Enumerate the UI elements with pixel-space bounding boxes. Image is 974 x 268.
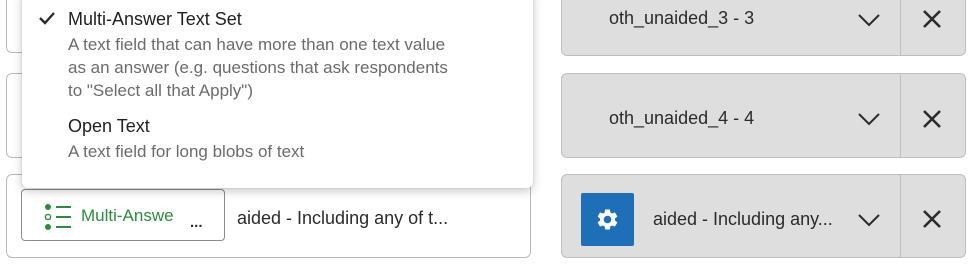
multi-answer-list-icon [44, 204, 71, 230]
menu-desc-line: A text field that can have more than one… [68, 35, 446, 54]
chevron-down-icon[interactable] [856, 212, 882, 228]
settings-button[interactable] [581, 193, 634, 246]
card-divider [900, 74, 901, 157]
mapping-card-3: aided - Including any... [561, 174, 966, 258]
menu-desc-line: to "Select all that Apply") [68, 81, 253, 100]
field-label: aided - Including any of t... [237, 208, 449, 228]
field-type-ellipsis: ... [190, 214, 203, 231]
menu-item-open-text[interactable]: Open Text A text field for long blobs of… [22, 114, 533, 176]
chevron-down-icon[interactable] [856, 12, 882, 28]
menu-desc-line: as an answer (e.g. questions that ask re… [68, 58, 448, 77]
gear-icon [597, 209, 618, 230]
field-type-label: Multi-Answe [81, 206, 174, 225]
card-divider [900, 175, 901, 257]
close-icon[interactable] [921, 8, 943, 30]
menu-item-title: Multi-Answer Text Set [68, 9, 242, 29]
close-icon[interactable] [921, 208, 943, 230]
menu-item-title: Open Text [68, 116, 150, 136]
mapping-value: oth_unaided_4 - 4 [609, 108, 755, 128]
mapping-card-2: oth_unaided_4 - 4 [561, 73, 966, 158]
mapping-card-1: oth_unaided_3 - 3 [561, 0, 966, 56]
mapping-value: oth_unaided_3 - 3 [609, 8, 755, 28]
chevron-down-icon[interactable] [856, 111, 882, 127]
close-icon[interactable] [921, 108, 943, 130]
field-type-dropdown: Multi-Answer Text Set A text field that … [22, 0, 533, 188]
menu-item-description: A text field that can have more than one… [68, 33, 448, 102]
field-type-button[interactable]: Multi-Answe ... [21, 189, 225, 241]
mapping-value: aided - Including any... [653, 209, 833, 229]
card-divider [900, 0, 901, 55]
checkmark-icon [39, 12, 55, 25]
menu-item-description: A text field for long blobs of text [68, 140, 304, 163]
menu-desc-line: A text field for long blobs of text [68, 142, 305, 161]
menu-item-multi-answer-text-set[interactable]: Multi-Answer Text Set A text field that … [22, 0, 533, 110]
